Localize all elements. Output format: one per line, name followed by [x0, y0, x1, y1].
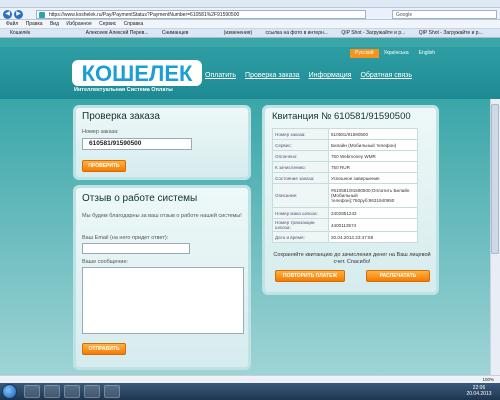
url-text: https://www.koshelek.ru/Pay/PaymentStatu…: [49, 12, 240, 18]
tagline: Интеллектуальная Система Оплаты: [74, 87, 173, 93]
tab-snimantsev[interactable]: Сниманцев: [160, 29, 190, 37]
tab-alekseev[interactable]: Алексеев Алексей Перев...: [84, 29, 151, 37]
receipt-title: Квитанция № 610581/91590500: [272, 111, 411, 122]
receipt-key: К зачислению:: [272, 161, 329, 173]
app-taskbar-icon[interactable]: [104, 385, 120, 398]
receipt-value: Успешное завершение: [328, 172, 418, 184]
koshelek-logo[interactable]: КОШЕЛЕК: [72, 60, 202, 86]
table-row: Состояние заказа: Успешное завершение: [272, 172, 418, 184]
browser-taskbar-icon[interactable]: [84, 385, 100, 398]
receipt-value: 610581/91590500: [328, 128, 418, 140]
receipt-table: Номер заказа: 610581/91590500 Сервис: Била…: [272, 128, 418, 243]
table-row: Номер транзакции шлюза: 4400113574: [272, 218, 418, 232]
logo-text: КОШЕЛЕК: [82, 61, 193, 86]
receipt-key: Дата и время:: [272, 231, 329, 243]
send-button[interactable]: ОТПРАВИТЬ: [82, 343, 126, 355]
zoom-level[interactable]: 100%: [482, 377, 494, 382]
tab-qip-shot-2[interactable]: QIP Shot - Загружайте и р...: [417, 29, 485, 37]
browser-title-bar: [0, 0, 500, 8]
main-nav: Оплатить Проверка заказа Информация Обратна…: [205, 72, 421, 79]
search-input[interactable]: Google: [392, 10, 497, 19]
start-button-icon[interactable]: [2, 384, 17, 399]
order-number-label: Номер заказа:: [82, 129, 119, 135]
feedback-intro: Мы будем благодарны за ваш отзыв о работ…: [82, 213, 242, 219]
receipt-key: Номер транзакции шлюза:: [272, 218, 329, 232]
lang-russian[interactable]: Русский: [350, 49, 379, 58]
receipt-value: 750 RUR: [328, 161, 418, 173]
receipt-value: 4400113574: [328, 218, 418, 232]
lang-ukrainian[interactable]: Українська: [379, 49, 414, 58]
address-bar[interactable]: https://www.koshelek.ru/Pay/PaymentStatu…: [36, 10, 366, 19]
feedback-title: Отзыв о работе системы: [82, 193, 198, 204]
table-row: Оплачено: 750 Webmoney WMR: [272, 150, 418, 162]
tab-changes[interactable]: (изменения): [222, 29, 254, 37]
tab-photo-link[interactable]: ссылка на фото в интерн...: [264, 29, 330, 37]
email-field[interactable]: [82, 243, 190, 254]
receipt-value: 2402851242: [328, 207, 418, 219]
repeat-payment-button[interactable]: ПОВТОРИТЬ ПЛАТЕЖ: [275, 270, 345, 282]
nav-feedback[interactable]: Обратная связь: [360, 72, 412, 79]
system-clock[interactable]: 22:06 20.04.2013: [460, 385, 498, 397]
clock-date: 20.04.2013: [466, 391, 492, 397]
ie-taskbar-icon[interactable]: [24, 385, 40, 398]
message-textarea[interactable]: [82, 267, 244, 334]
table-row: Описание: #610581/91590500;Оплатить Билай…: [272, 183, 418, 208]
table-row: К зачислению: 750 RUR: [272, 161, 418, 173]
table-row: Сервис: Билайн (Мобильный телефон): [272, 139, 418, 151]
explorer-taskbar-icon[interactable]: [44, 385, 60, 398]
menu-tools[interactable]: Сервис: [99, 20, 116, 28]
print-button[interactable]: РАСПЕЧАТАТЬ: [366, 270, 430, 282]
menu-file[interactable]: Файл: [6, 20, 18, 28]
site-favicon-icon: [39, 12, 45, 18]
email-label: Ваш Email (на него придет ответ):: [82, 235, 169, 241]
tab-bar: Кошелёк Алексеев Алексей Перев... Сниман…: [0, 29, 500, 38]
tab-qip-shot-1[interactable]: QIP Shot - Загружайте и р...: [339, 29, 407, 37]
menu-view[interactable]: Вид: [50, 20, 59, 28]
scrollbar-thumb[interactable]: [491, 104, 499, 254]
menu-edit[interactable]: Правка: [26, 20, 43, 28]
table-row: Номер заказа: 610581/91590500: [272, 128, 418, 140]
nav-information[interactable]: Информация: [309, 72, 352, 79]
receipt-value: 20.04.2013 23:47:58: [328, 231, 418, 243]
table-row: Дата и время: 20.04.2013 23:47:58: [272, 231, 418, 243]
language-switcher: Русский Українська English: [350, 49, 448, 58]
message-label: Ваше сообщение:: [82, 259, 129, 265]
order-number-input[interactable]: 610581/91590500: [82, 138, 192, 150]
tab-koshelek[interactable]: Кошелёк: [8, 29, 32, 37]
back-icon[interactable]: ◀: [3, 10, 12, 19]
receipt-value: #610581/91590500;Оплатить Билайн (Мобиль…: [328, 183, 418, 208]
receipt-key: Сервис:: [272, 139, 329, 151]
receipt-value: 750 Webmoney WMR: [328, 150, 418, 162]
lang-english[interactable]: English: [414, 49, 440, 58]
menu-help[interactable]: Справка: [124, 20, 144, 28]
menu-favorites[interactable]: Избранное: [66, 20, 91, 28]
nav-pay[interactable]: Оплатить: [205, 72, 236, 79]
receipt-value: Билайн (Мобильный телефон): [328, 139, 418, 151]
receipt-key: Номер мака шлюза:: [272, 207, 329, 219]
table-row: Номер мака шлюза: 2402851242: [272, 207, 418, 219]
receipt-key: Номер заказа:: [272, 128, 329, 140]
check-order-title: Проверка заказа: [82, 111, 160, 122]
receipt-key: Оплачено:: [272, 150, 329, 162]
forward-icon[interactable]: ▶: [14, 10, 23, 19]
receipt-key: Состояние заказа:: [272, 172, 329, 184]
check-button[interactable]: ПРОВЕРИТЬ: [82, 160, 126, 172]
status-bar: 100%: [0, 375, 500, 383]
receipt-key: Описание:: [272, 183, 329, 208]
save-receipt-note: Сохраняйте квитанцию до зачисления денег…: [273, 252, 431, 265]
menu-bar: Файл Правка Вид Избранное Сервис Справка: [0, 20, 500, 29]
media-taskbar-icon[interactable]: [64, 385, 80, 398]
nav-check-order[interactable]: Проверка заказа: [245, 72, 300, 79]
